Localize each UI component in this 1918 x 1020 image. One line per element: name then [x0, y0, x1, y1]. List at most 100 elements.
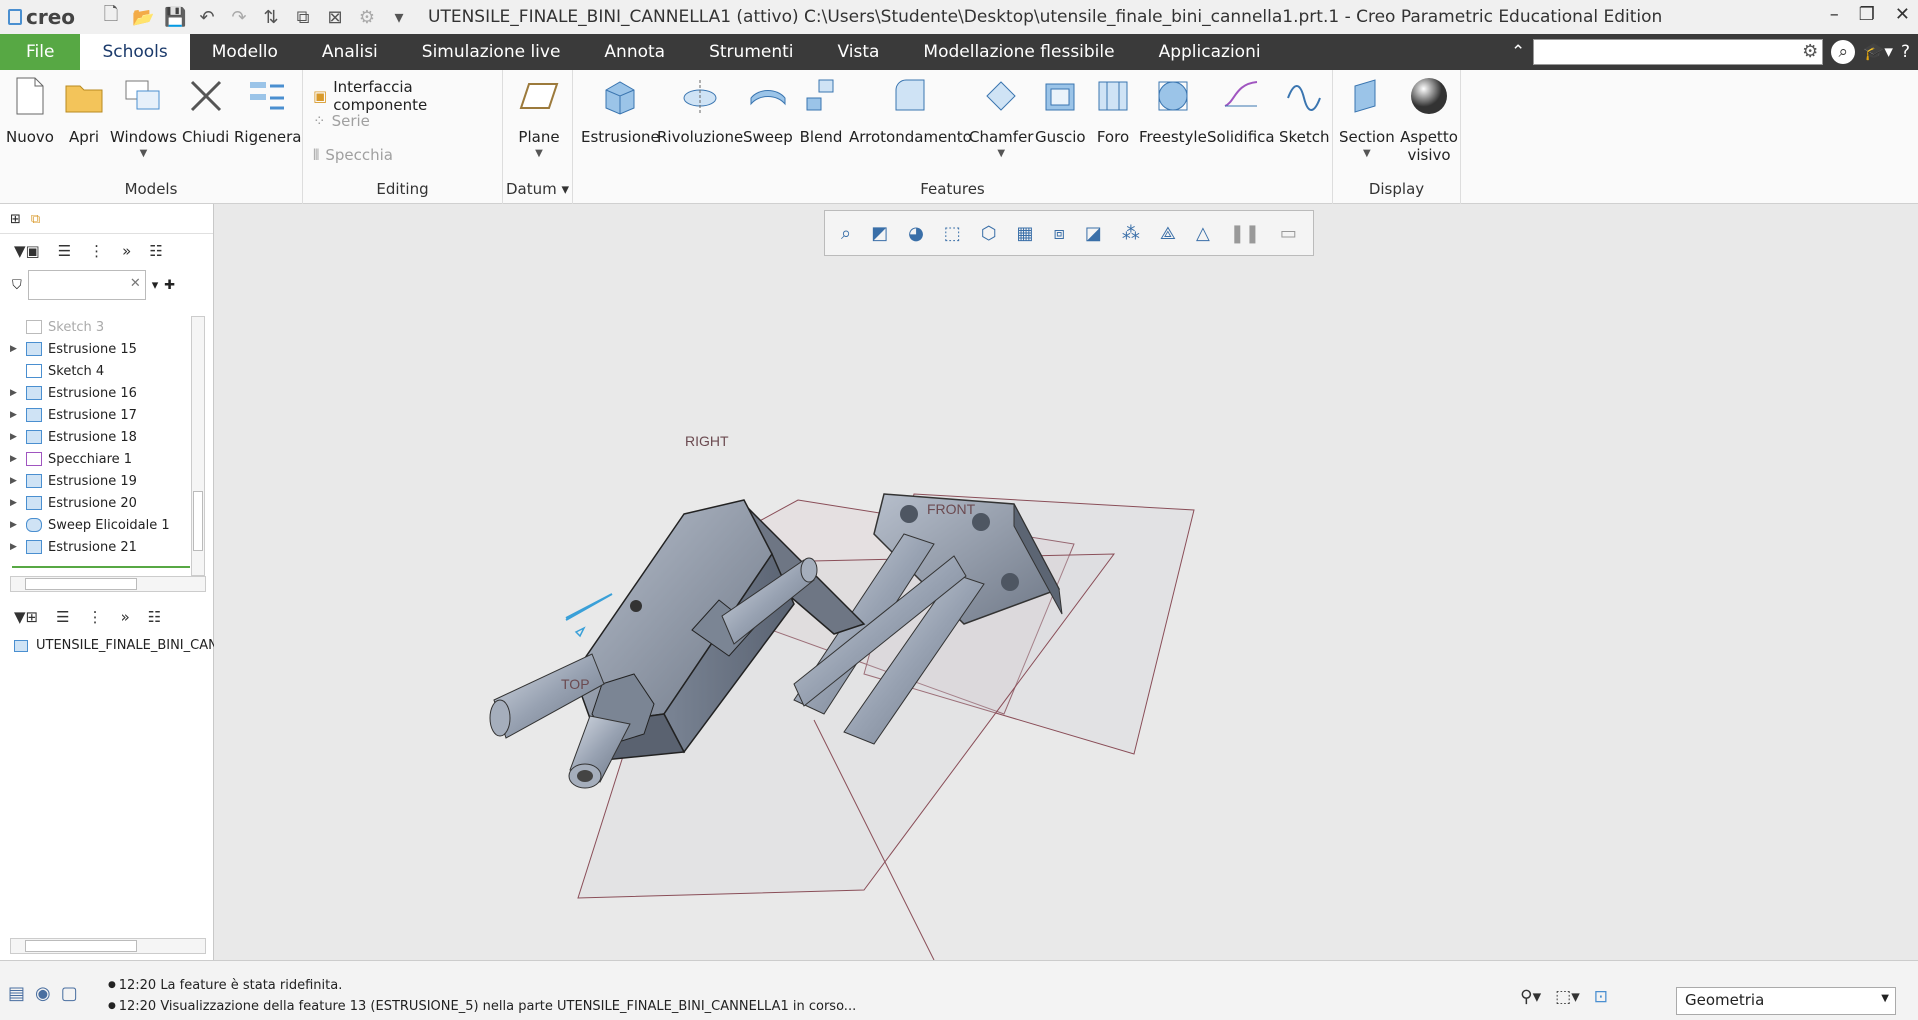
- tab-annota[interactable]: Annota: [582, 34, 687, 70]
- tree-item[interactable]: ▶ Estrusione 21: [10, 536, 200, 558]
- layer-columns-icon[interactable]: ⋮: [88, 608, 103, 626]
- freestyle-button[interactable]: Freestyle: [1139, 74, 1207, 146]
- part-root-item[interactable]: UTENSILE_FINALE_BINI_CANN: [14, 638, 228, 653]
- tree-item[interactable]: Sketch 3: [10, 316, 200, 338]
- selection-filter-icon[interactable]: ⊡: [1594, 987, 1608, 1007]
- solidify-button[interactable]: Solidifica: [1207, 74, 1275, 146]
- expand-icon[interactable]: ▶: [10, 520, 20, 530]
- tab-applicazioni[interactable]: Applicazioni: [1137, 34, 1283, 70]
- tree-item[interactable]: ▶ Estrusione 19: [10, 470, 200, 492]
- navigator-toggle-icon[interactable]: ▤: [8, 983, 25, 1004]
- undo-icon[interactable]: ↶: [196, 7, 218, 28]
- layer-horizontal-scrollbar[interactable]: [10, 938, 206, 954]
- tree-item[interactable]: ▶ Estrusione 20: [10, 492, 200, 514]
- tab-simulazione-live[interactable]: Simulazione live: [400, 34, 583, 70]
- expand-more-icon[interactable]: »: [122, 242, 131, 260]
- extrude-button[interactable]: Estrusione: [581, 74, 660, 146]
- layer-settings-icon[interactable]: ☰: [56, 608, 69, 626]
- tree-item[interactable]: Sketch 4: [10, 360, 200, 382]
- search-settings-icon[interactable]: ⚙: [1802, 41, 1818, 62]
- expand-icon[interactable]: ▶: [10, 454, 20, 464]
- windows-button[interactable]: Windows ▼: [110, 74, 177, 159]
- revolve-button[interactable]: Rivoluzione: [657, 74, 743, 146]
- model-tree-tab-icon[interactable]: ⊞: [10, 212, 21, 227]
- save-icon[interactable]: 💾: [164, 7, 186, 28]
- new-button[interactable]: Nuovo: [6, 74, 54, 146]
- layer-show-icon[interactable]: ▼⊞: [14, 608, 38, 626]
- blend-button[interactable]: Blend: [799, 74, 843, 146]
- expand-icon[interactable]: ▶: [10, 432, 20, 442]
- tab-schools[interactable]: Schools: [80, 34, 190, 70]
- redo-icon[interactable]: ↷: [228, 7, 250, 28]
- search-icon[interactable]: ⌕: [1831, 40, 1856, 64]
- close-button[interactable]: Chiudi: [182, 74, 229, 146]
- sketch-entity[interactable]: [574, 626, 586, 638]
- tab-modello[interactable]: Modello: [190, 34, 300, 70]
- settings-icon[interactable]: ⚙: [356, 7, 378, 28]
- tree-vertical-scrollbar[interactable]: [191, 316, 205, 576]
- fullscreen-icon[interactable]: ▢: [61, 983, 78, 1004]
- browser-toggle-icon[interactable]: ◉: [35, 983, 51, 1004]
- open-folder-icon[interactable]: 📂: [132, 7, 154, 28]
- open-button[interactable]: Apri: [62, 74, 106, 146]
- layer-details-icon[interactable]: ☷: [148, 608, 161, 626]
- collapse-ribbon-icon[interactable]: ⌃: [1511, 42, 1525, 62]
- tree-details-icon[interactable]: ☷: [149, 242, 162, 260]
- layer-expand-more-icon[interactable]: »: [121, 608, 130, 626]
- tree-item[interactable]: ▶ Estrusione 18: [10, 426, 200, 448]
- expand-icon[interactable]: ▶: [10, 498, 20, 508]
- chamfer-button[interactable]: Chamfer ▼: [969, 74, 1033, 159]
- restore-icon[interactable]: ❐: [1859, 4, 1875, 25]
- layer-tree-tab-icon[interactable]: ⧉: [31, 212, 40, 227]
- component-interface-button[interactable]: ▣ Interfaccia componente: [313, 78, 502, 114]
- expand-icon[interactable]: ▶: [10, 344, 20, 354]
- close-icon[interactable]: ✕: [1895, 4, 1910, 25]
- appearance-button[interactable]: Aspetto visivo: [1399, 74, 1459, 164]
- tab-analisi[interactable]: Analisi: [300, 34, 400, 70]
- expand-icon[interactable]: ▶: [10, 388, 20, 398]
- minimize-icon[interactable]: –: [1830, 4, 1839, 25]
- regenerate-icon[interactable]: ⇅: [260, 7, 282, 28]
- sketch-entity[interactable]: [565, 593, 613, 621]
- add-filter-icon[interactable]: ✚: [164, 278, 175, 293]
- tab-vista[interactable]: Vista: [816, 34, 902, 70]
- command-search-input[interactable]: ⚙: [1533, 39, 1824, 65]
- new-file-icon[interactable]: 🗋: [100, 2, 122, 32]
- sweep-button[interactable]: Sweep: [743, 74, 793, 146]
- shell-button[interactable]: Guscio: [1035, 74, 1086, 146]
- tree-search-input[interactable]: ✕: [27, 270, 146, 300]
- tree-columns-icon[interactable]: ⋮: [89, 242, 104, 260]
- tree-settings-icon[interactable]: ☰: [58, 242, 71, 260]
- windows-icon[interactable]: ⧉: [292, 7, 314, 28]
- expand-icon[interactable]: ▶: [10, 476, 20, 486]
- close-window-icon[interactable]: ⊠: [324, 7, 346, 28]
- hole-button[interactable]: Foro: [1091, 74, 1135, 146]
- expand-icon[interactable]: ▶: [10, 410, 20, 420]
- round-button[interactable]: Arrotondamento: [849, 74, 972, 146]
- find-icon[interactable]: ⚲▾: [1520, 987, 1541, 1007]
- tab-strumenti[interactable]: Strumenti: [687, 34, 815, 70]
- customize-dropdown-icon[interactable]: ▾: [388, 7, 410, 28]
- tab-modellazione-flessibile[interactable]: Modellazione flessibile: [901, 34, 1136, 70]
- sketch-button[interactable]: Sketch: [1279, 74, 1330, 146]
- tree-horizontal-scrollbar[interactable]: [10, 576, 206, 592]
- section-button[interactable]: Section ▼: [1339, 74, 1395, 159]
- tab-file[interactable]: File: [0, 34, 81, 70]
- group-label-datum[interactable]: Datum ▾: [503, 180, 572, 198]
- selection-box-icon[interactable]: ⬚▾: [1555, 987, 1580, 1007]
- expand-icon[interactable]: ▶: [10, 542, 20, 552]
- tree-item[interactable]: ▶ Estrusione 17: [10, 404, 200, 426]
- regenerate-button[interactable]: Rigenera: [234, 74, 301, 146]
- filter-icon[interactable]: ⛉: [12, 278, 22, 293]
- selection-filter-select[interactable]: Geometria ▼: [1676, 987, 1896, 1015]
- filter-dropdown-icon[interactable]: ▾: [152, 278, 159, 293]
- tree-show-icon[interactable]: ▼▣: [14, 242, 40, 260]
- clear-search-icon[interactable]: ✕: [130, 276, 141, 291]
- schools-hat-icon[interactable]: 🎓▾: [1863, 42, 1893, 62]
- graphics-area[interactable]: ⌕ ◩ ◕ ⬚ ⬡ ▦ ⧈ ◪ ⁂ ⟁ △ ❚❚ ▭ RIGHT FRONT T…: [214, 204, 1918, 960]
- help-icon[interactable]: ?: [1901, 42, 1910, 62]
- tree-item[interactable]: ▶ Specchiare 1: [10, 448, 200, 470]
- tree-item[interactable]: ▶ Sweep Elicoidale 1: [10, 514, 200, 536]
- tree-item[interactable]: ▶ Estrusione 15: [10, 338, 200, 360]
- tree-item[interactable]: ▶ Estrusione 16: [10, 382, 200, 404]
